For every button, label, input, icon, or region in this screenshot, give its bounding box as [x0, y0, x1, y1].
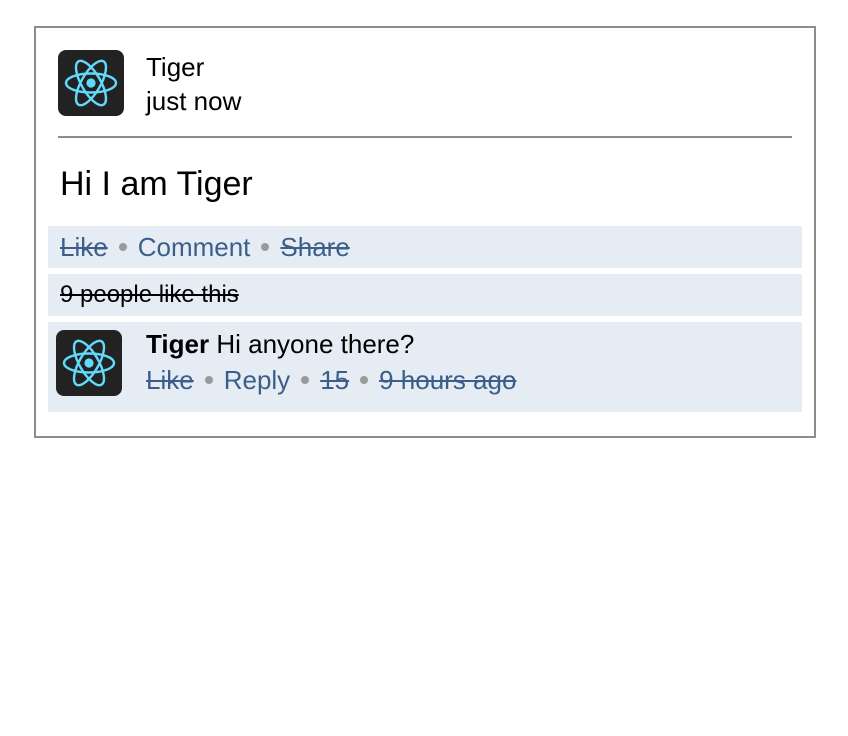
post-actions-bar: Like Comment Share	[48, 226, 802, 268]
comment-avatar[interactable]	[56, 330, 122, 396]
post-timestamp: just now	[146, 86, 242, 116]
react-atom-icon	[64, 59, 118, 107]
avatar[interactable]	[58, 50, 124, 116]
post-header: Tiger just now	[58, 50, 792, 140]
comment-author[interactable]: Tiger	[146, 329, 209, 359]
share-link[interactable]: Share	[280, 232, 349, 262]
comment-like-count[interactable]: 15	[320, 365, 349, 395]
separator-dot	[261, 243, 270, 252]
like-link[interactable]: Like	[60, 232, 108, 262]
comment-time[interactable]: 9 hours ago	[379, 365, 516, 395]
comment-actions: Like Reply 15 9 hours ago	[146, 362, 516, 398]
author-name[interactable]: Tiger	[146, 50, 241, 84]
post-card: Tiger just now Hi I am Tiger Like Comment…	[34, 26, 816, 438]
author-block: Tiger just now	[146, 50, 241, 118]
separator-dot	[360, 376, 369, 385]
comment-body: Tiger Hi anyone there?	[146, 326, 414, 362]
comment-item: Tiger Hi anyone there? Like Reply 15 9 hour…	[48, 322, 802, 412]
post-message: Hi I am Tiger	[60, 165, 253, 203]
likes-summary[interactable]: 9 people like this	[48, 274, 802, 316]
header-divider	[58, 136, 792, 138]
separator-dot	[118, 243, 127, 252]
separator-dot	[204, 376, 213, 385]
react-atom-icon	[62, 339, 116, 387]
comment-like-link[interactable]: Like	[146, 365, 194, 395]
separator-dot	[301, 376, 310, 385]
comment-reply-link[interactable]: Reply	[224, 365, 290, 395]
comment-link[interactable]: Comment	[138, 232, 251, 262]
comment-text: Hi anyone there?	[209, 329, 415, 359]
